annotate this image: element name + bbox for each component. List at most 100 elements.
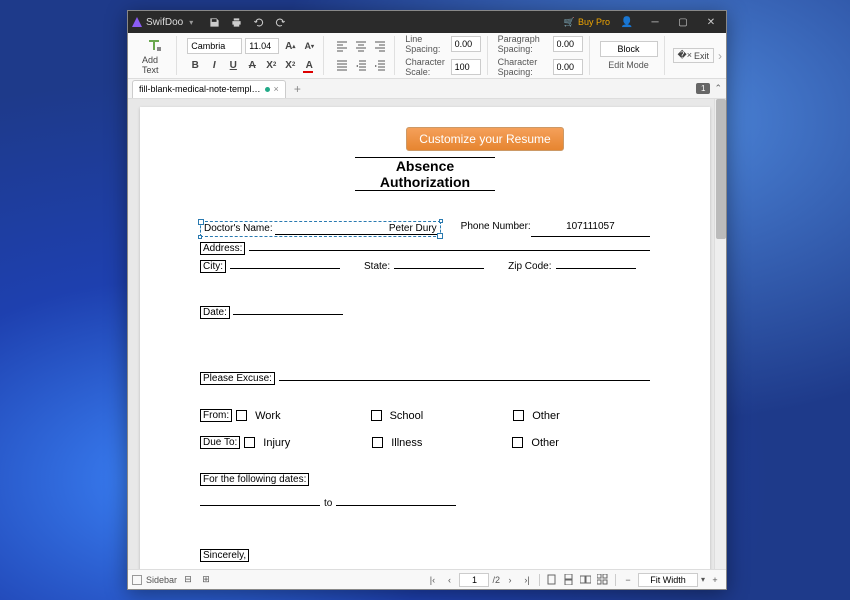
- print-icon[interactable]: [229, 15, 243, 29]
- close-button[interactable]: ✕: [700, 14, 722, 30]
- address-value[interactable]: [249, 239, 650, 251]
- sidebar-label[interactable]: Sidebar: [146, 575, 177, 585]
- dates-label: For the following dates:: [200, 473, 309, 486]
- maximize-button[interactable]: ▢: [672, 14, 694, 30]
- edit-mode-select[interactable]: [600, 41, 658, 57]
- resume-banner[interactable]: Customize your Resume: [406, 127, 563, 151]
- app-logo-icon: [132, 17, 142, 27]
- zoom-caret-icon[interactable]: ▾: [701, 575, 705, 584]
- other-due-checkbox[interactable]: [512, 437, 523, 448]
- save-icon[interactable]: [207, 15, 221, 29]
- collapse-right-icon[interactable]: ⊞: [199, 573, 213, 587]
- school-checkbox[interactable]: [371, 410, 382, 421]
- date-value[interactable]: [233, 303, 343, 315]
- increase-font-button[interactable]: A▴: [282, 38, 298, 54]
- line-spacing-label: Line Spacing:: [405, 34, 447, 54]
- state-label: State:: [364, 261, 390, 272]
- paragraph-spacing-input[interactable]: [553, 36, 583, 52]
- collapse-left-icon[interactable]: ⊟: [181, 573, 195, 587]
- work-checkbox[interactable]: [236, 410, 247, 421]
- excuse-value[interactable]: [279, 369, 650, 381]
- italic-button[interactable]: I: [206, 57, 222, 73]
- new-tab-button[interactable]: +: [294, 82, 301, 96]
- other-from-label: Other: [532, 410, 560, 422]
- font-color-button[interactable]: A: [301, 57, 317, 73]
- close-tab-icon[interactable]: ×: [274, 84, 279, 94]
- align-right-button[interactable]: [372, 38, 388, 54]
- due-label: Due To:: [200, 436, 240, 449]
- zoom-out-button[interactable]: −: [621, 573, 635, 587]
- page-nav-caret-icon[interactable]: ⌃: [714, 83, 722, 94]
- char-scale-label: Character Scale:: [405, 57, 447, 77]
- school-label: School: [390, 410, 424, 422]
- document-tab[interactable]: fill-blank-medical-note-templ… ×: [132, 80, 286, 98]
- user-icon[interactable]: 👤: [616, 14, 638, 30]
- char-scale-input[interactable]: [451, 59, 481, 75]
- ribbon-overflow-icon[interactable]: ›: [718, 36, 722, 75]
- app-menu-caret-icon[interactable]: ▾: [189, 18, 193, 27]
- phone-value[interactable]: 107111057: [531, 221, 650, 237]
- subscript-button[interactable]: X2: [282, 57, 298, 73]
- view-facing-icon[interactable]: [579, 573, 593, 587]
- document-viewport: Customize your Resume Absence Authorizat…: [128, 99, 726, 569]
- app-name: SwifDoo: [146, 17, 183, 28]
- doctor-name-value[interactable]: Peter Dury: [275, 223, 439, 235]
- selected-text-field[interactable]: Doctor's Name: Peter Dury: [200, 221, 441, 237]
- bold-button[interactable]: B: [187, 57, 203, 73]
- other-from-checkbox[interactable]: [513, 410, 524, 421]
- line-spacing-input[interactable]: [451, 36, 481, 52]
- page-number-input[interactable]: [459, 573, 489, 587]
- minimize-button[interactable]: ─: [644, 14, 666, 30]
- vertical-scrollbar[interactable]: [714, 99, 726, 569]
- last-page-button[interactable]: ›|: [520, 573, 534, 587]
- next-page-button[interactable]: ›: [503, 573, 517, 587]
- city-value[interactable]: [230, 257, 340, 269]
- from-label: From:: [200, 409, 232, 422]
- phone-label: Phone Number:: [461, 221, 531, 237]
- font-size-select[interactable]: [245, 38, 279, 54]
- add-text-icon: [146, 37, 162, 53]
- illness-label: Illness: [391, 437, 422, 449]
- first-page-button[interactable]: |‹: [425, 573, 439, 587]
- align-justify-button[interactable]: [334, 57, 350, 73]
- redo-icon[interactable]: [273, 15, 287, 29]
- zoom-in-button[interactable]: +: [708, 573, 722, 587]
- sincerely-label: Sincerely,: [200, 549, 249, 562]
- illness-checkbox[interactable]: [372, 437, 383, 448]
- prev-page-button[interactable]: ‹: [442, 573, 456, 587]
- increase-indent-button[interactable]: [372, 57, 388, 73]
- injury-checkbox[interactable]: [244, 437, 255, 448]
- page-area[interactable]: Customize your Resume Absence Authorizat…: [128, 99, 714, 569]
- decrease-indent-button[interactable]: [353, 57, 369, 73]
- view-grid-icon[interactable]: [596, 573, 610, 587]
- paragraph-spacing-label: Paragraph Spacing:: [498, 34, 550, 54]
- zip-value[interactable]: [556, 257, 636, 269]
- date-to-value[interactable]: [336, 494, 456, 506]
- date-from-value[interactable]: [200, 494, 320, 506]
- undo-icon[interactable]: [251, 15, 265, 29]
- strikethrough-button[interactable]: A: [244, 57, 260, 73]
- scrollbar-thumb[interactable]: [716, 99, 726, 239]
- tab-title: fill-blank-medical-note-templ…: [139, 84, 261, 94]
- state-value[interactable]: [394, 257, 484, 269]
- sidebar-checkbox[interactable]: [132, 575, 142, 585]
- buy-pro-button[interactable]: 🛒 Buy Pro: [564, 17, 610, 28]
- char-spacing-input[interactable]: [553, 59, 583, 75]
- other-due-label: Other: [531, 437, 559, 449]
- superscript-button[interactable]: X2: [263, 57, 279, 73]
- page-indicator-badge: 1: [696, 83, 710, 94]
- align-center-button[interactable]: [353, 38, 369, 54]
- edit-mode-label: Edit Mode: [608, 60, 649, 70]
- char-spacing-label: Character Spacing:: [498, 57, 550, 77]
- add-text-button[interactable]: Add Text: [138, 37, 170, 75]
- view-single-icon[interactable]: [545, 573, 559, 587]
- view-continuous-icon[interactable]: [562, 573, 576, 587]
- document-page: Customize your Resume Absence Authorizat…: [140, 107, 710, 569]
- underline-button[interactable]: U: [225, 57, 241, 73]
- exit-button[interactable]: �× Exit: [673, 48, 715, 63]
- font-family-select[interactable]: [187, 38, 242, 54]
- decrease-font-button[interactable]: A▾: [301, 38, 317, 54]
- zoom-select[interactable]: [638, 573, 698, 587]
- align-left-button[interactable]: [334, 38, 350, 54]
- ribbon: Add Text A▴ A▾ B I U A X2 X2 A: [128, 33, 726, 79]
